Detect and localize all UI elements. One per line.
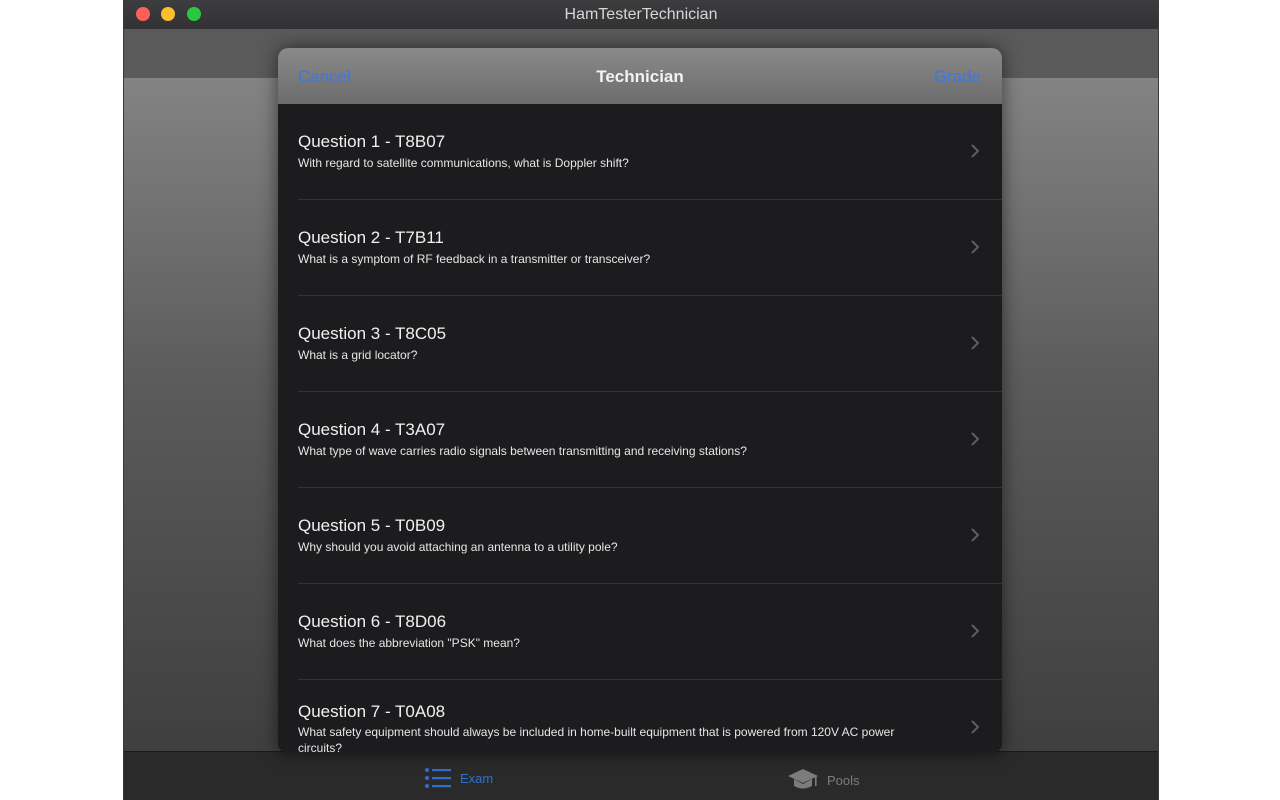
chevron-right-icon (971, 720, 980, 734)
question-list[interactable]: Question 1 - T8B07 With regard to satell… (278, 104, 1002, 753)
tab-pools-label: Pools (827, 772, 860, 788)
question-text: With regard to satellite communications,… (298, 156, 629, 170)
question-title: Question 5 - T0B09 (298, 516, 446, 535)
question-title: Question 6 - T8D06 (298, 612, 447, 631)
chevron-right-icon (971, 432, 980, 446)
tab-pools[interactable]: Pools (787, 767, 860, 793)
chevron-right-icon (971, 144, 980, 158)
question-row[interactable]: Question 7 - T0A08 What safety equipment… (298, 680, 1002, 753)
question-row[interactable]: Question 5 - T0B09 Why should you avoid … (298, 488, 1002, 584)
question-text: What safety equipment should always be i… (298, 725, 895, 753)
chevron-right-icon (971, 336, 980, 350)
tab-exam[interactable]: Exam (424, 767, 493, 789)
question-text: What does the abbreviation "PSK" mean? (298, 636, 520, 650)
graduation-cap-icon (788, 769, 818, 789)
chevron-right-icon (971, 624, 980, 638)
question-title: Question 4 - T3A07 (298, 420, 446, 439)
question-title: Question 7 - T0A08 (298, 702, 446, 721)
question-row[interactable]: Question 4 - T3A07 What type of wave car… (298, 392, 1002, 488)
list-icon (425, 768, 451, 788)
tab-exam-label: Exam (460, 770, 494, 786)
question-text: Why should you avoid attaching an antenn… (298, 540, 618, 554)
question-text: What type of wave carries radio signals … (298, 444, 747, 458)
tab-bar: Exam Pools (124, 751, 1158, 800)
title-bar[interactable]: HamTesterTechnician (124, 0, 1158, 30)
question-text: What is a grid locator? (298, 348, 418, 362)
question-title: Question 1 - T8B07 (298, 132, 446, 151)
question-title: Question 2 - T7B11 (298, 228, 444, 247)
modal-header: Cancel Technician Grade (278, 48, 1002, 104)
modal-title: Technician (596, 67, 684, 86)
window-title: HamTesterTechnician (564, 6, 718, 23)
question-row[interactable]: Question 3 - T8C05 What is a grid locato… (298, 296, 1002, 392)
question-row[interactable]: Question 6 - T8D06 What does the abbrevi… (298, 584, 1002, 680)
question-row[interactable]: Question 1 - T8B07 With regard to satell… (298, 104, 1002, 200)
chevron-right-icon (971, 240, 980, 254)
exam-modal: Cancel Technician Grade Question 1 - T8B… (278, 48, 1002, 753)
grade-button[interactable]: Grade (934, 67, 981, 87)
question-title: Question 3 - T8C05 (298, 324, 447, 343)
question-text: What is a symptom of RF feedback in a tr… (298, 252, 651, 266)
chevron-right-icon (971, 528, 980, 542)
question-row[interactable]: Question 2 - T7B11 What is a symptom of … (298, 200, 1002, 296)
